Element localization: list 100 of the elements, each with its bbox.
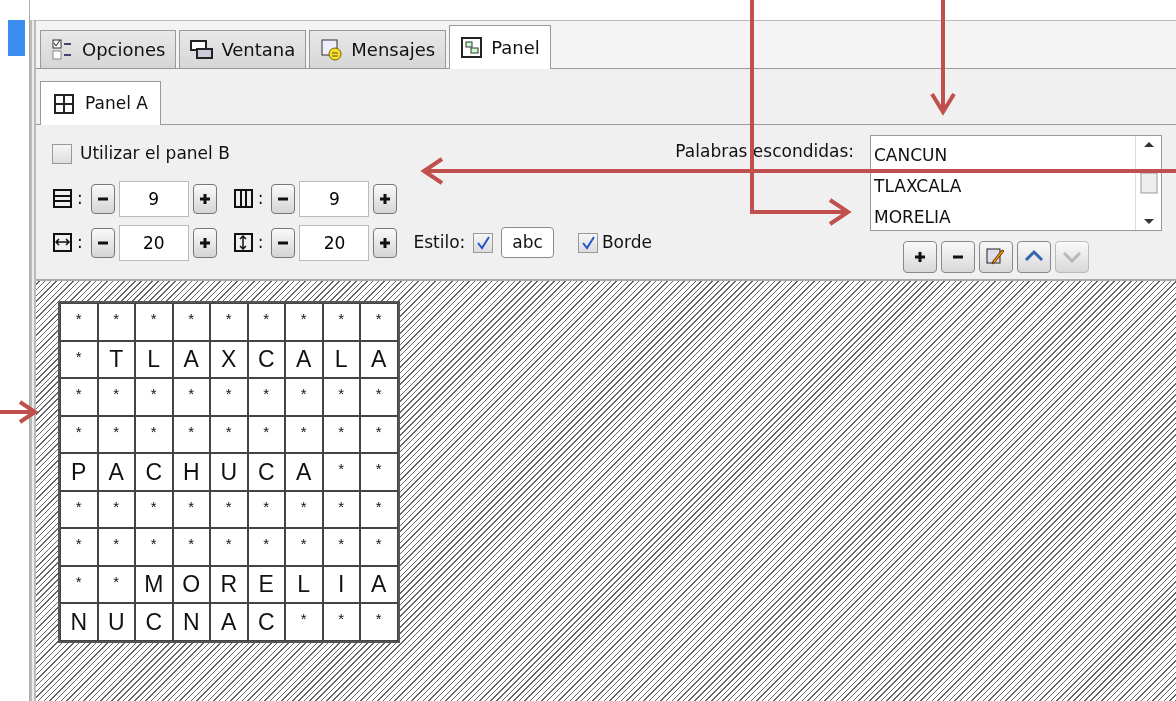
grid-cell: M: [135, 565, 173, 603]
checkmark-icon: [476, 235, 491, 250]
grid-cell: C: [135, 603, 173, 641]
decrement-button[interactable]: [90, 183, 115, 214]
grid-cell: A: [97, 453, 135, 491]
windows-icon: [190, 38, 214, 61]
list-checkbox-icon: [51, 38, 74, 61]
grid-cell: *: [322, 415, 360, 453]
grid-cell: A: [210, 603, 248, 641]
increment-button[interactable]: [192, 183, 217, 214]
grid-cell: *: [135, 303, 173, 341]
grid-cell: E: [247, 565, 285, 603]
grid-cell: *: [60, 340, 98, 378]
grid-cell: P: [60, 453, 98, 491]
grid-cell: *: [135, 528, 173, 566]
increment-button[interactable]: [192, 227, 217, 258]
grid-cell: R: [210, 565, 248, 603]
grid-cell: *: [322, 490, 360, 528]
decrement-button[interactable]: [271, 227, 296, 258]
grid-icon: [53, 92, 75, 115]
checkbox[interactable]: [52, 143, 72, 164]
list-button[interactable]: [903, 241, 938, 273]
grid-cell: *: [172, 528, 210, 566]
grid-cell: X: [210, 340, 248, 378]
grid-cell: U: [210, 453, 248, 491]
grid-cell: *: [97, 378, 135, 416]
grid-cell: L: [285, 565, 323, 603]
grid-cell: L: [322, 340, 360, 378]
grid-cell: *: [360, 528, 398, 566]
checkbox-label: Borde: [601, 230, 652, 254]
tab[interactable]: Panel: [449, 25, 551, 69]
grid-cell: *: [360, 415, 398, 453]
grid-cell: N: [60, 603, 98, 641]
grid-cell: *: [135, 490, 173, 528]
grid-cell: *: [322, 453, 360, 491]
increment-button[interactable]: [373, 183, 398, 214]
tab[interactable]: Mensajes: [309, 30, 447, 68]
grid-cell: C: [135, 453, 173, 491]
number-field[interactable]: 9: [299, 180, 370, 217]
colon-label: :: [257, 186, 264, 210]
grid-cell: A: [360, 340, 398, 378]
grid-cell: *: [172, 415, 210, 453]
style-sample[interactable]: abc: [501, 226, 554, 259]
scroll-down-icon: [1142, 218, 1155, 226]
grid-cell: A: [360, 565, 398, 603]
grid-cell: *: [60, 490, 98, 528]
checkbox[interactable]: [473, 232, 494, 253]
grid-cell: U: [97, 603, 135, 641]
decrement-button[interactable]: [271, 183, 296, 214]
grid-cell: *: [210, 378, 248, 416]
grid-cell: *: [322, 378, 360, 416]
colon-label: :: [77, 230, 83, 254]
list-label: Palabras escondidas:: [675, 140, 854, 163]
grid-cell: *: [172, 303, 210, 341]
grid-cell: *: [60, 415, 98, 453]
rows-icon: [52, 188, 73, 209]
increment-button[interactable]: [373, 227, 398, 258]
grid-cell: *: [60, 565, 98, 603]
grid-cell: *: [210, 490, 248, 528]
grid-cell: C: [247, 453, 285, 491]
grid-cell: *: [285, 528, 323, 566]
grid-cell: *: [172, 378, 210, 416]
word-list[interactable]: CANCUN TLAXCALA MORELIA: [870, 135, 1162, 231]
grid-cell: *: [247, 378, 285, 416]
grid-cell: *: [322, 303, 360, 341]
grid-cell: A: [285, 453, 323, 491]
grid-cell: *: [247, 528, 285, 566]
grid-cell: A: [285, 340, 323, 378]
tab[interactable]: Ventana: [179, 30, 307, 68]
grid-cell: *: [285, 490, 323, 528]
grid-cell: L: [135, 340, 173, 378]
grid-cell: *: [60, 303, 98, 341]
grid-cell: *: [285, 603, 323, 641]
number-field[interactable]: 9: [118, 180, 189, 217]
grid-cell: *: [210, 415, 248, 453]
tab[interactable]: Panel A: [40, 81, 161, 125]
grid-cell: *: [322, 603, 360, 641]
grid-cell: *: [360, 603, 398, 641]
decrement-button[interactable]: [90, 227, 115, 258]
grid-cell: *: [247, 490, 285, 528]
annotation-arrow: [0, 400, 39, 424]
grid-cell: I: [322, 565, 360, 603]
checkbox[interactable]: [577, 232, 598, 253]
grid-cell: T: [97, 340, 135, 378]
number-field[interactable]: 20: [299, 224, 370, 261]
list-item[interactable]: TLAXCALA: [871, 171, 1135, 202]
grid-cell: *: [60, 378, 98, 416]
list-item[interactable]: CANCUN: [871, 140, 1135, 171]
grid-cell: *: [360, 378, 398, 416]
grid-cell: *: [360, 453, 398, 491]
scrollbar-thumb-icon: [1139, 172, 1158, 194]
grid-cell: *: [172, 490, 210, 528]
columns-icon: [232, 188, 254, 209]
message-note-icon: [320, 38, 344, 61]
tab[interactable]: Opciones: [40, 30, 177, 68]
grid-cell: O: [172, 565, 210, 603]
number-field[interactable]: 20: [118, 224, 189, 261]
grid-cell: *: [210, 303, 248, 341]
list-item[interactable]: MORELIA: [871, 202, 1135, 233]
grid-cell: *: [360, 303, 398, 341]
